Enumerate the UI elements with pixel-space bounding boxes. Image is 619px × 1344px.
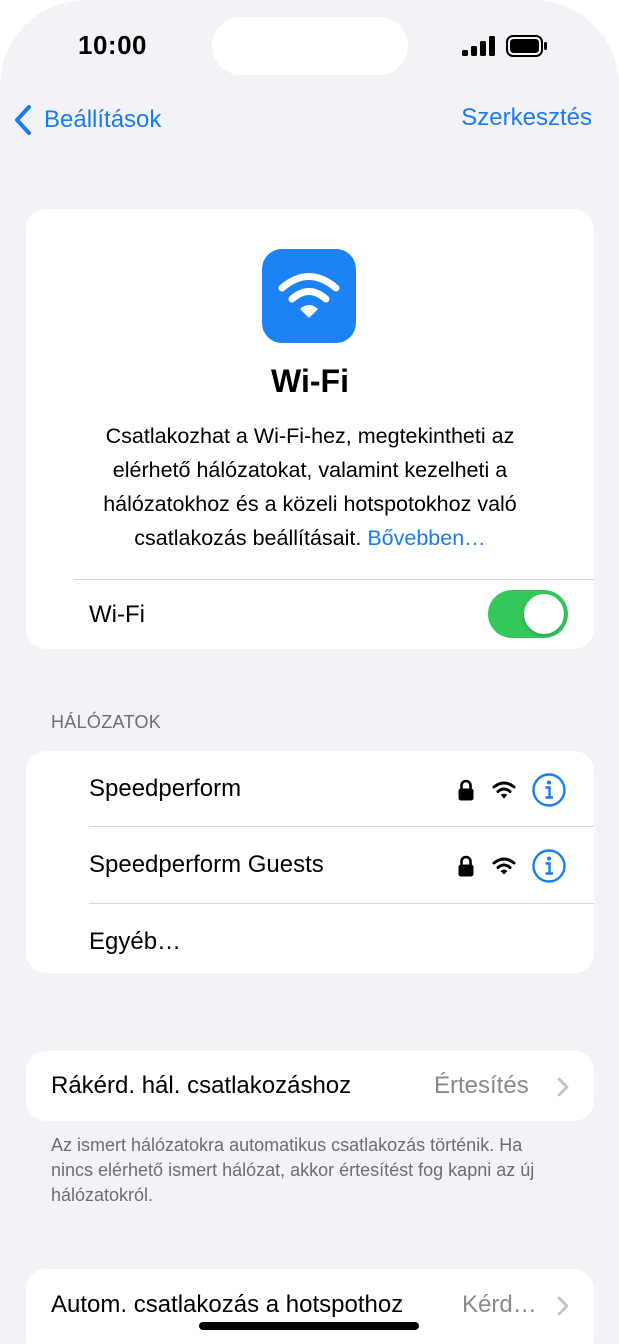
back-button[interactable]: Beállítások — [12, 102, 161, 138]
network-row-speedperform-guests[interactable]: Speedperform Guests — [26, 827, 594, 903]
network-name: Speedperform — [89, 775, 242, 802]
other-network-row[interactable]: Egyéb… — [26, 904, 594, 980]
chevron-right-icon — [557, 1077, 569, 1097]
back-label: Beállítások — [44, 106, 162, 133]
network-name: Speedperform Guests — [89, 851, 324, 878]
auto-join-hotspot-row[interactable]: Autom. csatlakozás a hotspothoz Kérd… — [26, 1269, 594, 1344]
wifi-toggle-label: Wi-Fi — [89, 601, 145, 628]
wifi-icon — [278, 273, 340, 318]
chevron-left-icon — [15, 105, 31, 135]
wifi-signal-icon — [492, 781, 516, 799]
info-icon[interactable] — [531, 848, 567, 884]
auto-join-hotspot-label: Autom. csatlakozás a hotspothoz — [51, 1291, 404, 1318]
dynamic-island — [212, 17, 408, 75]
info-icon[interactable] — [531, 772, 567, 808]
wifi-signal-icon — [492, 857, 516, 875]
divider — [74, 579, 594, 580]
ask-to-join-row[interactable]: Rákérd. hál. csatlakozáshoz Értesítés — [26, 1051, 594, 1121]
wifi-toggle[interactable] — [488, 590, 568, 638]
wifi-app-icon — [262, 249, 356, 343]
ask-to-join-label: Rákérd. hál. csatlakozáshoz — [51, 1072, 352, 1099]
learn-more-link[interactable]: Bővebben… — [367, 526, 485, 550]
auto-join-hotspot-value: Kérd… — [462, 1291, 537, 1318]
wifi-description: Csatlakozhat a Wi-Fi-hez, megtekintheti … — [66, 419, 554, 555]
networks-list: Speedperform Speedperform Guests Egyéb… — [26, 751, 594, 973]
ask-to-join-note: Az ismert hálózatokra automatikus csatla… — [51, 1135, 535, 1205]
edit-button[interactable]: Szerkesztés — [461, 104, 592, 132]
signal-icon — [462, 36, 495, 56]
networks-section-header: HÁLÓZATOK — [51, 712, 162, 732]
status-time: 10:00 — [78, 30, 147, 60]
home-indicator[interactable] — [199, 1322, 419, 1330]
lock-icon — [458, 855, 474, 877]
toggle-knob — [524, 594, 564, 634]
network-row-speedperform[interactable]: Speedperform — [26, 751, 594, 827]
battery-icon — [506, 35, 547, 57]
page-title: Wi-Fi — [271, 363, 349, 399]
other-network-label: Egyéb… — [89, 928, 182, 955]
chevron-right-icon — [557, 1296, 569, 1316]
ask-to-join-value: Értesítés — [434, 1072, 529, 1099]
settings-screen: 10:00 Beállítások Szerkesztés Wi-Fi Csat… — [0, 0, 619, 1344]
wifi-hero-card: Wi-Fi Csatlakozhat a Wi-Fi-hez, megtekin… — [26, 209, 594, 649]
lock-icon — [458, 779, 474, 801]
